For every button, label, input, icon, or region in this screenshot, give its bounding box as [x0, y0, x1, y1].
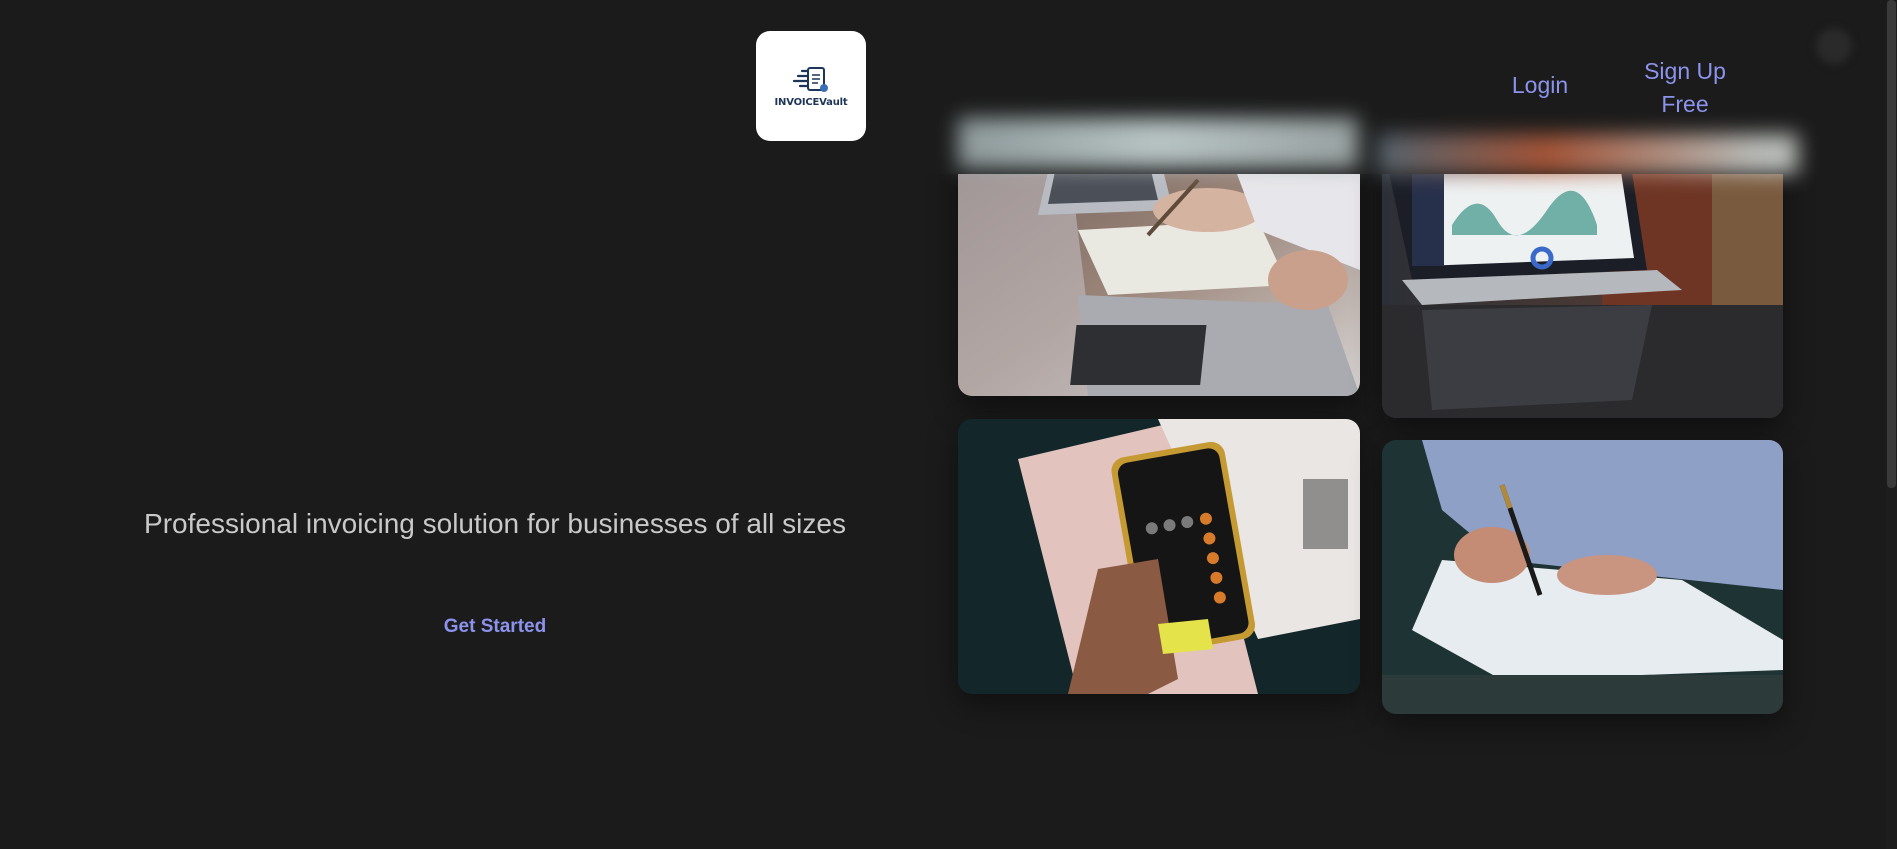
signup-label-line2: Free [1661, 91, 1709, 117]
logo[interactable]: INVOICEVault [756, 31, 866, 141]
login-link[interactable]: Login [1500, 72, 1580, 99]
header: INVOICEVault Login Sign Up Free [0, 0, 1886, 174]
get-started-button[interactable]: Get Started [420, 616, 570, 638]
analytics-dashboard-photo [1382, 140, 1783, 418]
calculator-phone-photo [958, 419, 1360, 694]
scrollbar-thumb[interactable] [1887, 0, 1896, 488]
hero-tagline: Professional invoicing solution for busi… [144, 508, 846, 539]
signup-label-line1: Sign Up [1644, 58, 1726, 84]
signing-document-photo [1382, 440, 1783, 714]
invoice-logo-icon [792, 66, 828, 92]
avatar[interactable] [1816, 28, 1852, 64]
landing-page: INVOICEVault Login Sign Up Free Professi… [0, 0, 1897, 849]
logo-text: INVOICEVault [774, 96, 848, 108]
signup-link[interactable]: Sign Up Free [1630, 55, 1740, 121]
